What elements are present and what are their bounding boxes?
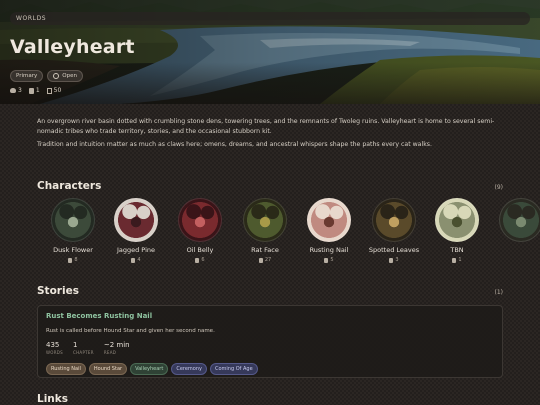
stories-header: Stories (1) [37,285,503,297]
character-card[interactable]: Oil Belly 6 [170,198,230,263]
character-card[interactable]: Rusting Nail 5 [299,198,359,263]
docs-stat: 50 [46,87,62,94]
hero-banner: WORLDS Valleyheart Primary Open 3 1 50 [0,0,540,104]
tag-coming-of-age[interactable]: Coming Of Age [209,363,258,375]
visibility-badge-label: Open [62,73,77,79]
breadcrumb[interactable]: WORLDS [10,12,530,25]
character-card[interactable]: Dusk Flower 8 [43,198,103,263]
characters-carousel[interactable]: Dusk Flower 8 Jagged Pine 4 Oil Belly 6 … [37,198,540,270]
words-label: WORDS [46,350,64,355]
tag-ceremony[interactable]: Ceremony [171,363,207,375]
read-time-stat: ~2 min READ [104,341,130,355]
avatar[interactable] [435,198,479,242]
character-meta: 5 [299,257,359,263]
chapters-value: 1 [73,341,78,349]
character-meta: 4 [106,257,166,263]
avatar[interactable] [243,198,287,242]
tag-hound-star[interactable]: Hound Star [88,363,128,375]
book-icon [68,257,73,263]
world-stats: 3 1 50 [10,87,61,94]
character-card[interactable]: Jagged Pine 4 [106,198,166,263]
story-stats: 435 WORDS 1 CHAPTER ~2 min READ [46,341,130,355]
read-time-label: READ [103,350,117,355]
book-icon [452,257,457,263]
books-stat: 1 [28,87,40,94]
avatar[interactable] [51,198,95,242]
character-book-count: 3 [395,257,399,263]
story-title[interactable]: Rust Becomes Rusting Nail [46,312,494,320]
character-card[interactable]: Spotted Leaves 3 [364,198,424,263]
character-book-count: 1 [458,257,462,263]
character-meta: 3 [364,257,424,263]
words-value: 435 [46,341,60,349]
books-count: 1 [35,87,40,94]
avatar[interactable] [114,198,158,242]
character-meta: 8 [43,257,103,263]
primary-badge-label: Primary [16,73,38,79]
avatar[interactable] [499,198,540,242]
character-card[interactable]: Rat Face 27 [235,198,295,263]
members-count: 3 [18,87,22,94]
character-meta: 1 [427,257,487,263]
book-icon [389,257,394,263]
globe-icon [53,73,60,79]
character-meta: 6 [170,257,230,263]
breadcrumb-label[interactable]: WORLDS [16,15,46,22]
characters-title: Characters [37,180,102,192]
book-icon [28,87,34,94]
members-stat: 3 [10,87,22,94]
group-icon [10,88,16,93]
world-badges: Primary Open [10,70,83,82]
character-name[interactable]: TBN [427,246,487,254]
book-icon [131,257,136,263]
character-book-count: 5 [330,257,334,263]
story-card[interactable]: Rust Becomes Rusting Nail Rust is called… [37,305,503,378]
chapters-stat: 1 CHAPTER [73,341,94,355]
stories-title: Stories [37,285,79,297]
character-book-count: 27 [264,257,272,263]
avatar[interactable] [372,198,416,242]
description-paragraph: An overgrown river basin dotted with cru… [37,118,495,135]
avatar[interactable] [307,198,351,242]
chapters-label: CHAPTER [73,350,94,355]
character-name[interactable]: Oil Belly [170,246,230,254]
stories-count: (1) [494,289,504,296]
page-title: Valleyheart [10,36,135,58]
character-card[interactable]: TBN 1 [427,198,487,263]
characters-header: Characters (9) [37,180,503,192]
docs-count: 50 [53,87,62,94]
character-name[interactable]: Spotted Leaves [364,246,424,254]
description-paragraph: Tradition and intuition matter as much a… [37,141,432,149]
character-meta: 27 [235,257,295,263]
book-icon [324,257,329,263]
character-book-count: 6 [201,257,205,263]
world-description: An overgrown river basin dotted with cru… [37,117,507,150]
character-book-count: 4 [137,257,141,263]
character-name[interactable]: Dusk Flower [43,246,103,254]
tag-valleyheart[interactable]: Valleyheart [130,363,169,375]
primary-badge: Primary [10,70,44,82]
words-stat: 435 WORDS [46,341,63,355]
document-icon [46,87,52,94]
characters-count: (9) [494,184,504,191]
read-time-value: ~2 min [103,341,130,349]
character-name[interactable]: Jagged Pine [106,246,166,254]
character-card[interactable] [491,198,540,246]
character-name[interactable]: Rat Face [235,246,295,254]
avatar[interactable] [178,198,222,242]
book-icon [258,257,263,263]
character-name[interactable]: Rusting Nail [299,246,359,254]
links-title: Links [37,393,68,405]
visibility-badge: Open [47,70,83,82]
character-book-count: 8 [74,257,78,263]
story-tags: Rusting Nail Hound Star Valleyheart Cere… [46,363,258,375]
story-summary: Rust is called before Hound Star and giv… [46,328,215,334]
book-icon [195,257,200,263]
tag-rusting-nail[interactable]: Rusting Nail [46,363,86,375]
